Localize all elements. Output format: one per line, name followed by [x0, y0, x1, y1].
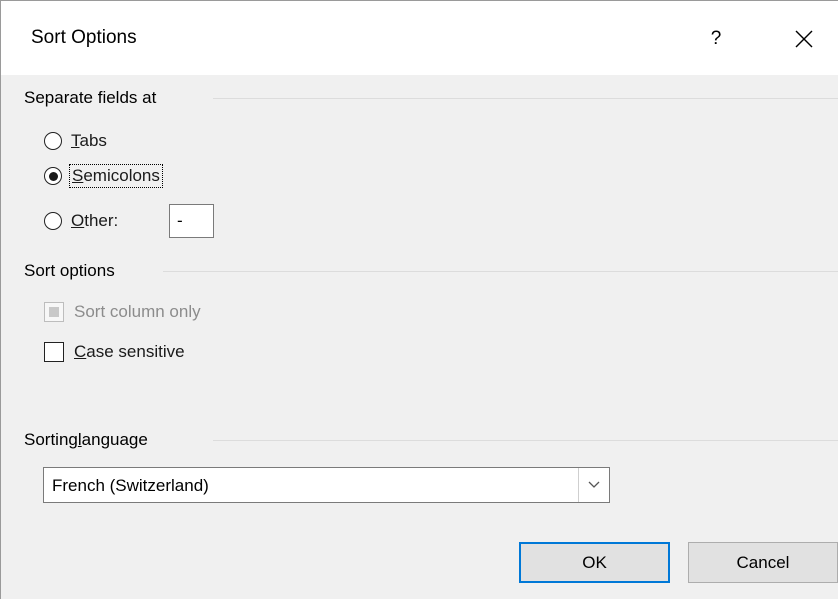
sort-options-divider	[163, 271, 838, 272]
cancel-button[interactable]: Cancel	[688, 542, 838, 583]
case-sensitive-label: Case sensitive	[74, 342, 185, 361]
other-separator-input[interactable]: -	[169, 204, 214, 238]
radio-tabs-circle[interactable]	[44, 132, 62, 150]
help-button[interactable]: ?	[695, 17, 737, 61]
radio-selected-dot	[48, 171, 58, 181]
radio-other-circle[interactable]	[44, 212, 62, 230]
chevron-down-icon	[588, 481, 600, 488]
separate-fields-divider	[213, 98, 838, 99]
help-icon: ?	[710, 28, 722, 49]
sort-column-only-box[interactable]	[44, 302, 64, 322]
sorting-language-value: French (Switzerland)	[52, 476, 209, 495]
title-bar: Sort Options ?	[1, 1, 838, 75]
radio-other-label: Other:	[71, 211, 119, 230]
dialog-title: Sort Options	[31, 27, 137, 48]
sort-column-only-label: Sort column only	[74, 302, 201, 321]
case-sensitive-box[interactable]	[44, 342, 64, 362]
dropdown-arrow[interactable]	[578, 468, 609, 502]
case-sensitive-checkbox[interactable]: Case sensitive	[44, 340, 185, 364]
radio-other[interactable]: Other:	[44, 209, 118, 233]
radio-semicolons-circle[interactable]	[44, 167, 62, 185]
sort-options-dialog: Sort Options ? Separate fields at Tabs S…	[0, 0, 838, 599]
radio-semicolons-label: Semicolons	[69, 164, 163, 188]
sorting-language-divider	[213, 440, 838, 441]
ok-button[interactable]: OK	[519, 542, 670, 583]
sorting-language-select[interactable]: French (Switzerland)	[43, 467, 610, 503]
radio-tabs[interactable]: Tabs	[44, 129, 107, 153]
close-icon	[795, 30, 813, 48]
sort-options-header: Sort options	[24, 261, 115, 280]
radio-tabs-label: Tabs	[71, 131, 107, 150]
close-button[interactable]	[779, 17, 829, 61]
radio-semicolons[interactable]: Semicolons	[44, 164, 163, 188]
separate-fields-header: Separate fields at	[24, 88, 157, 107]
sort-column-only-checkbox[interactable]: Sort column only	[44, 300, 201, 324]
sorting-language-header: Sorting l anguage	[24, 430, 148, 449]
